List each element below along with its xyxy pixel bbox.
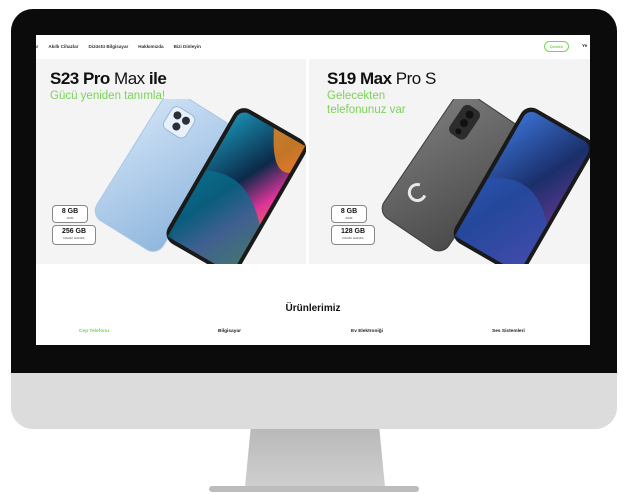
promo-title-thin: Max — [109, 69, 149, 88]
spec-value: 8 GB — [61, 208, 79, 215]
top-navigation: ar Akıllı Cihazlar Dizüstü Bilgisayar Ha… — [36, 35, 590, 57]
promo-banner-s23[interactable]: S23 Pro Max ile Gücü yeniden tanımla! 8 … — [36, 59, 306, 264]
phone-image-s23 — [94, 99, 306, 264]
category-tab-sound-systems[interactable]: Ses Sistemleri — [492, 329, 525, 334]
spec-value: 256 GB — [61, 228, 87, 235]
section-title: Ürünlerimiz — [285, 303, 341, 314]
support-button[interactable]: Destek — [544, 41, 570, 52]
spec-label: RAM — [66, 216, 74, 220]
monitor-chin — [11, 373, 617, 429]
promo-title-bold2: ile — [148, 69, 167, 88]
spec-badge-storage: 256 GB DAHİLİ HAFIZA — [52, 225, 96, 245]
monitor-stand-neck — [245, 429, 385, 487]
spec-value: 8 GB — [340, 208, 358, 215]
spec-badge-ram: 8 GB RAM — [331, 205, 367, 223]
phone-image-s19 — [381, 99, 590, 264]
spec-value: 128 GB — [340, 228, 366, 235]
nav-link-smart-devices[interactable]: Akıllı Cihazlar — [48, 44, 78, 49]
spec-badge-storage: 128 GB DAHİLİ HAFIZA — [331, 225, 375, 245]
category-tab-phones[interactable]: Cep Telefonu — [79, 329, 109, 334]
nav-link-about[interactable]: Hakkımızda — [138, 44, 163, 49]
website-screen: ar Akıllı Cihazlar Dizüstü Bilgisayar Ha… — [36, 35, 590, 345]
spec-label: RAM — [345, 216, 353, 220]
category-tab-home-electronics[interactable]: Ev Elektroniği — [351, 329, 383, 334]
spec-label: DAHİLİ HAFIZA — [342, 236, 364, 240]
nav-cut-text: Ye — [582, 43, 588, 48]
promo-title-thin: Pro S — [391, 69, 437, 88]
promo-title: S19 Max Pro S — [327, 69, 436, 89]
nav-link-laptops[interactable]: Dizüstü Bilgisayar — [88, 44, 128, 49]
promo-banner-s19[interactable]: S19 Max Pro S Gelecekten telefonunuz var — [309, 59, 590, 264]
promo-title-bold: S19 Max — [327, 69, 392, 88]
spec-badge-ram: 8 GB RAM — [52, 205, 88, 223]
promo-title-bold: S23 Pro — [50, 69, 110, 88]
nav-link-listen[interactable]: Bizi Dinleyin — [174, 44, 201, 49]
nav-link-cut[interactable]: ar — [36, 44, 38, 49]
monitor-stand-base — [209, 486, 419, 492]
category-tab-computers[interactable]: Bilgisayar — [218, 329, 241, 334]
promo-title: S23 Pro Max ile — [50, 69, 167, 89]
spec-label: DAHİLİ HAFIZA — [63, 236, 85, 240]
